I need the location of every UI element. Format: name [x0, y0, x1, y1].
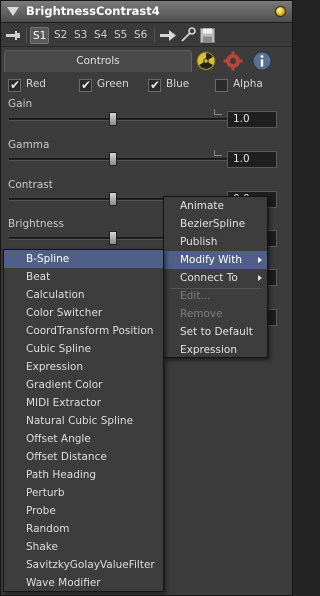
channel-checkboxes: ✔ Red ✔ Green ✔ Blue Alpha [4, 74, 290, 96]
tool-toolbar: S1 S2 S3 S4 S5 S6 [1, 24, 292, 47]
submenu-item-shake[interactable]: Shake [4, 538, 163, 556]
submenu-item-path-heading[interactable]: Path Heading [4, 466, 163, 484]
submenu-item-expression[interactable]: Expression [4, 358, 163, 376]
submenu-arrow-icon [258, 275, 262, 281]
menu-item-connect-to[interactable]: Connect To [164, 269, 267, 287]
check-icon: ✔ [10, 78, 21, 92]
gain-corner-icon [214, 109, 222, 115]
gain-slider-thumb[interactable] [109, 112, 117, 126]
submenu-item-cubic-spline[interactable]: Cubic Spline [4, 340, 163, 358]
submenu-arrow-icon [258, 257, 262, 263]
menu-item-modify-with[interactable]: Modify With [164, 251, 267, 269]
slot-button-s2[interactable]: S2 [52, 27, 69, 44]
submenu-item-savitzkygolayvaluefilter[interactable]: SavitzkyGolayValueFilter [4, 556, 163, 574]
menu-item-set-to-default[interactable]: Set to Default [164, 323, 267, 341]
submenu-item-coordtransform-position[interactable]: CoordTransform Position [4, 322, 163, 340]
contrast-slider[interactable] [9, 198, 169, 201]
radioactive-tab-icon[interactable] [196, 51, 216, 71]
tab-controls[interactable]: Controls [4, 50, 192, 72]
slot-button-s3[interactable]: S3 [72, 27, 89, 44]
collapse-triangle-icon[interactable] [7, 7, 19, 16]
menu-item-publish[interactable]: Publish [164, 233, 267, 251]
contrast-label: Contrast [8, 179, 53, 191]
submenu-item-wave-modifier[interactable]: Wave Modifier [4, 574, 163, 592]
submenu-item-random[interactable]: Random [4, 520, 163, 538]
tool-title-bar[interactable]: BrightnessContrast4 [1, 1, 292, 23]
menu-item-animate[interactable]: Animate [164, 197, 267, 215]
submenu-item-probe[interactable]: Probe [4, 502, 163, 520]
slot-button-s5[interactable]: S5 [112, 27, 129, 44]
slot-button-s4[interactable]: S4 [92, 27, 109, 44]
green-checkbox-label: Green [97, 78, 129, 90]
pin-icon[interactable] [5, 30, 21, 41]
blue-checkbox-label: Blue [166, 78, 190, 90]
contrast-slider-thumb[interactable] [109, 192, 117, 206]
submenu-item-beat[interactable]: Beat [4, 268, 163, 286]
menu-item-connect-to-label: Connect To [180, 272, 238, 284]
gamma-corner-icon [214, 150, 222, 156]
gamma-value-input[interactable]: 1.0 [227, 151, 277, 168]
tool-title: BrightnessContrast4 [26, 4, 160, 18]
settings-gear-tab-icon[interactable] [223, 51, 243, 71]
menu-item-expression[interactable]: Expression [164, 341, 267, 359]
brightness-label: Brightness [8, 218, 64, 230]
red-checkbox-label: Red [26, 78, 46, 90]
gamma-slider-thumb[interactable] [109, 152, 117, 166]
save-settings-icon[interactable] [199, 27, 217, 44]
submenu-item-color-switcher[interactable]: Color Switcher [4, 304, 163, 322]
submenu-item-calculation[interactable]: Calculation [4, 286, 163, 304]
submenu-item-perturb[interactable]: Perturb [4, 484, 163, 502]
slot-button-s6[interactable]: S6 [132, 27, 149, 44]
menu-item-modify-with-label: Modify With [180, 254, 242, 266]
gamma-slider[interactable] [9, 158, 241, 161]
submenu-item-midi-extractor[interactable]: MIDI Extractor [4, 394, 163, 412]
context-menu: Animate BezierSpline Publish Modify With… [163, 196, 268, 358]
check-icon: ✔ [150, 78, 161, 92]
toolbar-divider [154, 28, 155, 43]
submenu-item-natural-cubic-spline[interactable]: Natural Cubic Spline [4, 412, 163, 430]
active-tool-indicator-icon [275, 6, 286, 17]
gamma-label: Gamma [8, 139, 50, 151]
tab-bar: Controls [1, 48, 292, 72]
gain-label: Gain [8, 98, 33, 110]
menu-item-remove: Remove [180, 308, 223, 320]
set-default-arrow-icon[interactable] [159, 27, 177, 44]
menu-item-edit: Edit... [180, 290, 211, 302]
toolbar-divider [26, 28, 27, 43]
slot-button-s1[interactable]: S1 [30, 27, 50, 44]
modify-with-submenu: B-Spline Beat Calculation Color Switcher… [3, 249, 164, 592]
info-tab-icon[interactable] [252, 51, 272, 71]
gain-slider[interactable] [9, 118, 241, 121]
submenu-item-b-spline[interactable]: B-Spline [4, 250, 163, 268]
submenu-item-offset-distance[interactable]: Offset Distance [4, 448, 163, 466]
link-tool-icon[interactable] [179, 27, 197, 44]
check-icon: ✔ [81, 78, 92, 92]
brightness-slider[interactable] [9, 237, 169, 240]
menu-item-bezierspline[interactable]: BezierSpline [164, 215, 267, 233]
submenu-item-gradient-color[interactable]: Gradient Color [4, 376, 163, 394]
alpha-checkbox-label: Alpha [233, 78, 263, 90]
submenu-item-offset-angle[interactable]: Offset Angle [4, 430, 163, 448]
gain-value-input[interactable]: 1.0 [227, 111, 277, 128]
brightness-slider-thumb[interactable] [109, 231, 117, 245]
